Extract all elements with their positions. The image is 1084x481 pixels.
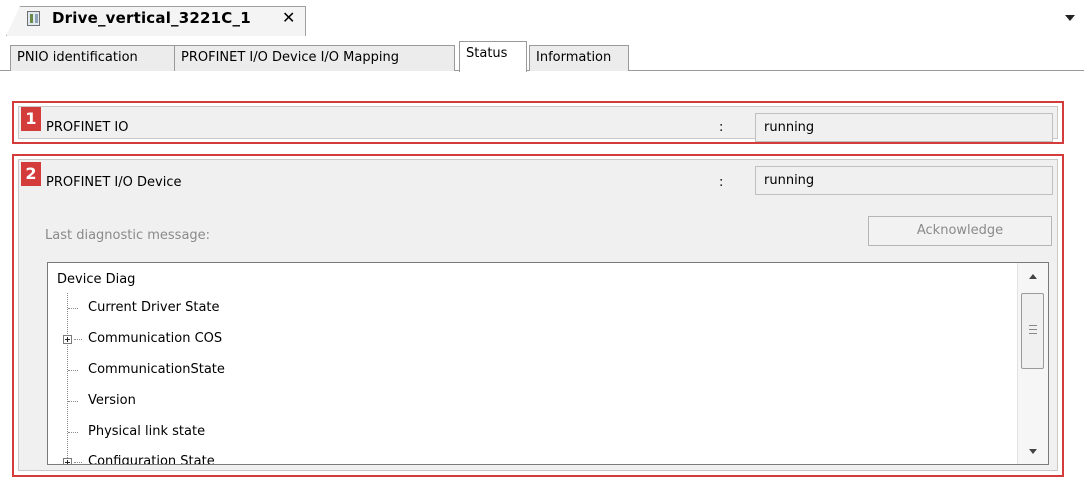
profinet-device-status-field: running [755, 166, 1053, 195]
device-icon [27, 11, 40, 26]
tree-connector [74, 339, 82, 340]
tab-status[interactable]: Status [459, 41, 527, 72]
tree-item-physical-link-state[interactable]: Physical link state [88, 424, 205, 439]
callout-badge-1: 1 [21, 107, 41, 131]
expand-plus-icon[interactable] [63, 458, 72, 464]
tree-connector [68, 401, 78, 402]
thumb-grip-line [1029, 325, 1037, 326]
tree-item-current-driver-state[interactable]: Current Driver State [88, 300, 220, 315]
tree-item-configuration-state[interactable]: Configuration State [88, 454, 215, 464]
tab-list-dropdown-icon[interactable] [1065, 15, 1075, 21]
tree-item-communication-state[interactable]: CommunicationState [88, 362, 225, 377]
profinet-io-label: PROFINET IO [46, 120, 129, 135]
tree-connector [68, 370, 78, 371]
colon-separator: : [719, 175, 724, 190]
last-diagnostic-message-label: Last diagnostic message: [45, 228, 211, 243]
tree-root-device-diag[interactable]: Device Diag [57, 272, 135, 287]
device-diag-tree[interactable]: Device Diag Current Driver State Communi… [47, 262, 1049, 465]
editor-tab-bar: PNIO identification PROFINET I/O Device … [0, 40, 1084, 72]
tab-io-mapping[interactable]: PROFINET I/O Device I/O Mapping [174, 45, 455, 71]
colon-separator: : [719, 120, 724, 135]
acknowledge-button[interactable]: Acknowledge [868, 216, 1052, 246]
tree-connector [68, 432, 78, 433]
tree-connector [74, 462, 82, 463]
tree-item-communication-cos[interactable]: Communication COS [88, 331, 222, 346]
document-tab-title[interactable]: Drive_vertical_3221C_1 [52, 9, 251, 27]
callout-badge-2: 2 [21, 162, 41, 186]
expand-plus-icon[interactable] [63, 335, 72, 344]
profinet-device-label: PROFINET I/O Device [46, 175, 182, 190]
tab-pnio-identification[interactable]: PNIO identification [10, 45, 175, 71]
tab-information[interactable]: Information [529, 45, 629, 71]
tree-item-version[interactable]: Version [88, 393, 136, 408]
profinet-io-status-field: running [755, 113, 1053, 142]
scroll-down-arrow-icon[interactable] [1029, 449, 1037, 454]
thumb-grip-line [1029, 333, 1037, 334]
tree-guide-line [67, 293, 68, 464]
document-tab-strip: Drive_vertical_3221C_1 ✕ [0, 0, 1084, 40]
close-icon[interactable]: ✕ [282, 8, 295, 27]
scroll-up-arrow-icon[interactable] [1029, 274, 1037, 279]
tree-connector [68, 308, 78, 309]
thumb-grip-line [1029, 329, 1037, 330]
tree-scrollbar[interactable] [1017, 263, 1048, 464]
scrollbar-thumb[interactable] [1021, 293, 1044, 369]
